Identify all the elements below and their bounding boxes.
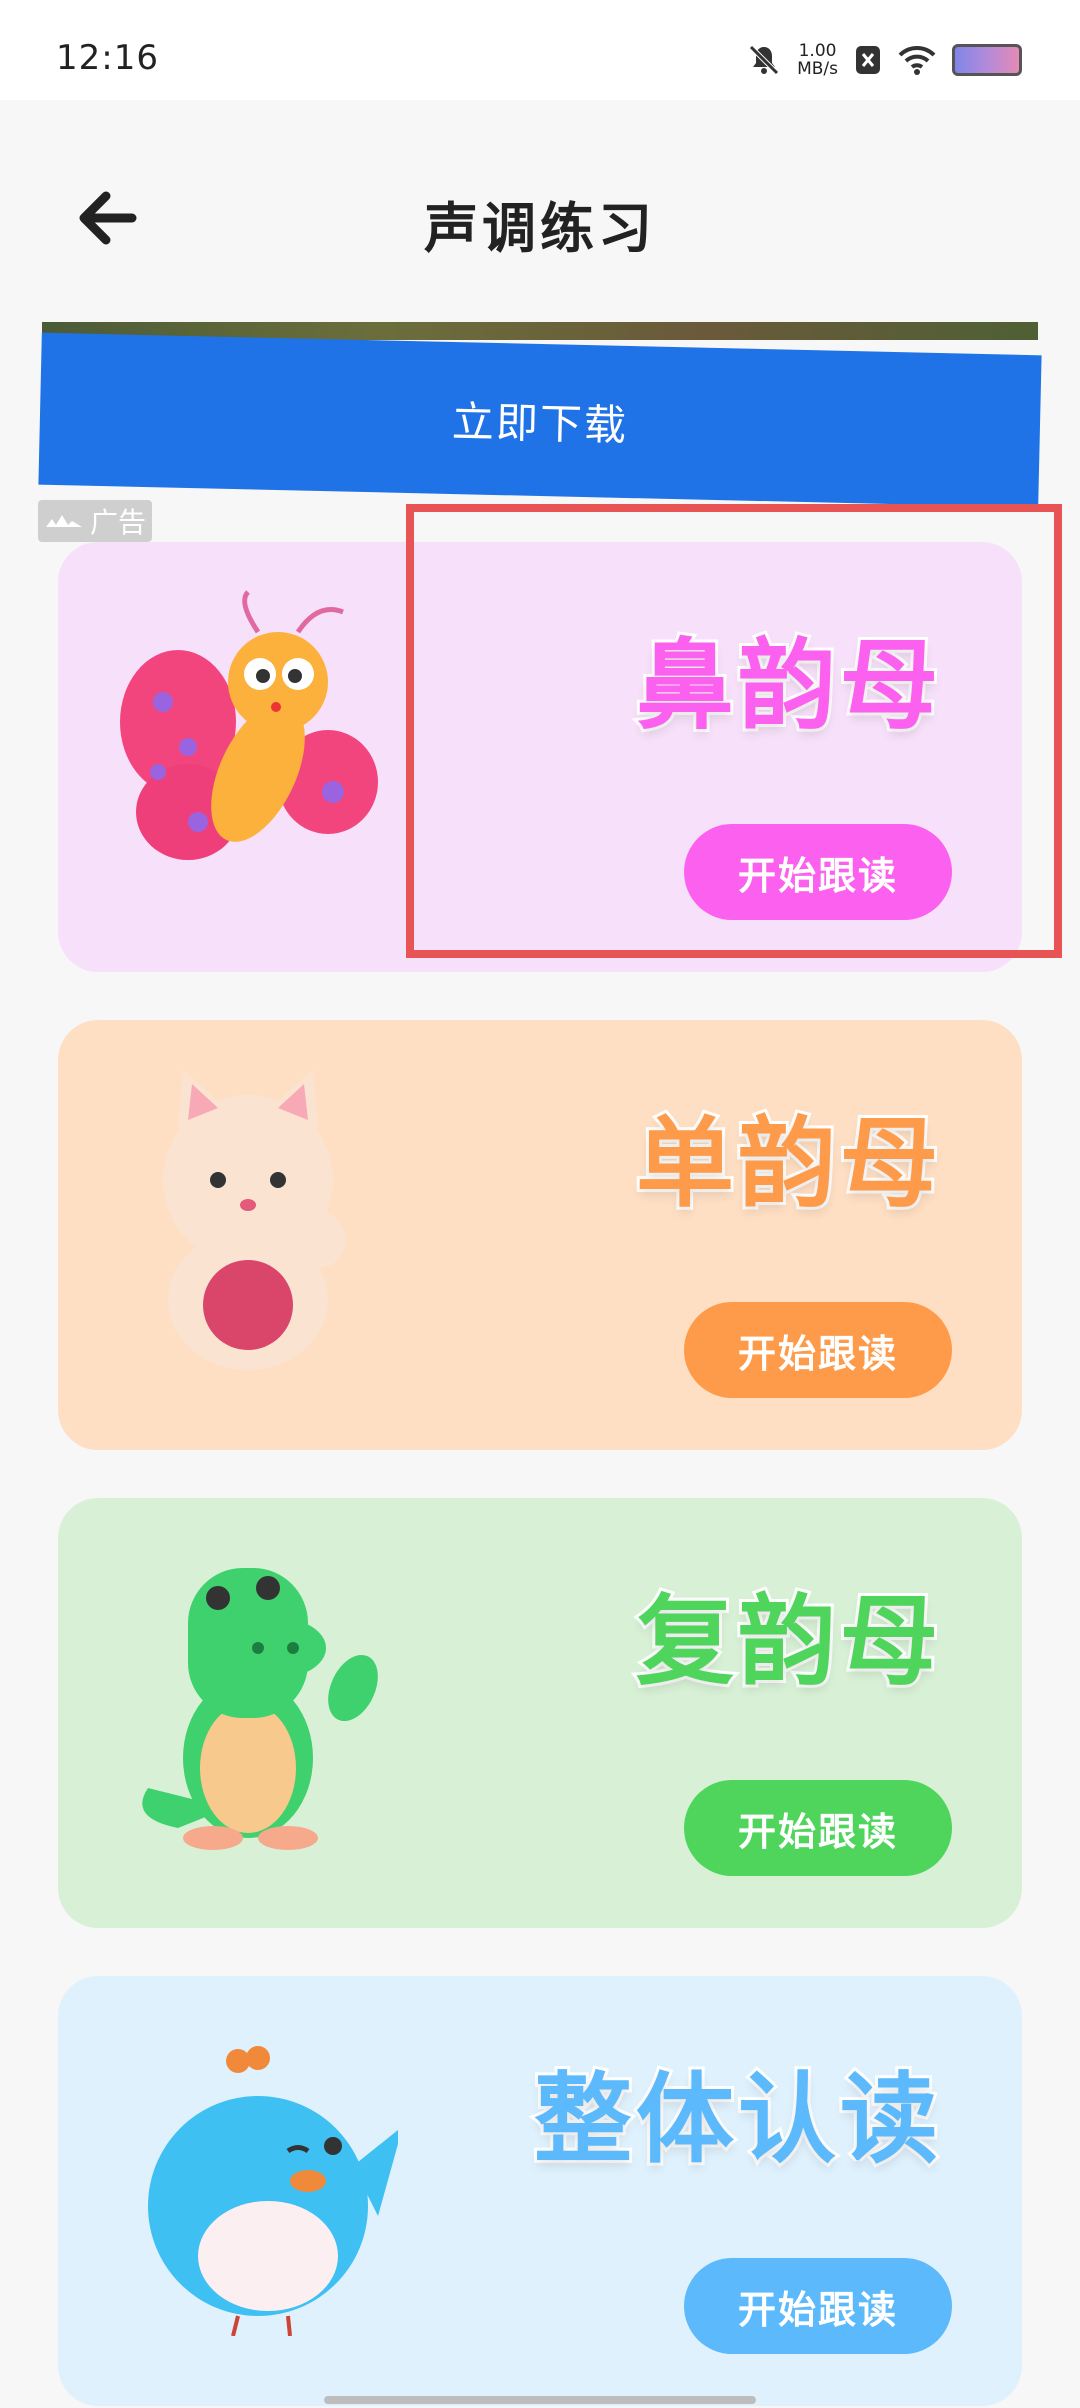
network-speed: 1.00 MB/s — [797, 42, 838, 78]
no-sim-icon — [856, 46, 880, 74]
status-bar: 12:16 1.00 MB/s — [0, 0, 1080, 100]
start-reading-button[interactable]: 开始跟读 — [684, 2258, 952, 2354]
card-title: 单韵母 — [633, 1104, 942, 1224]
card-whole-syllables[interactable]: 整体认读 开始跟读 — [58, 1976, 1022, 2406]
ad-logo-icon — [45, 515, 82, 527]
cat-mascot-icon — [163, 1070, 346, 1370]
mute-bell-icon — [749, 45, 779, 75]
net-speed-unit: MB/s — [797, 59, 838, 79]
ad-badge: 广告 — [38, 500, 152, 542]
home-indicator[interactable] — [324, 2396, 756, 2404]
butterfly-mascot-icon — [120, 590, 378, 860]
crocodile-mascot-icon — [142, 1568, 378, 1850]
net-speed-value: 1.00 — [798, 41, 837, 61]
card-single-finals[interactable]: 单韵母 开始跟读 — [58, 1020, 1022, 1450]
ad-badge-label: 广告 — [89, 506, 146, 539]
card-title: 整体认读 — [531, 2060, 942, 2180]
ad-download-button[interactable]: 立即下载 — [38, 332, 1042, 508]
start-reading-button[interactable]: 开始跟读 — [684, 1780, 952, 1876]
card-compound-finals[interactable]: 复韵母 开始跟读 — [58, 1498, 1022, 1928]
wifi-icon — [898, 45, 936, 75]
status-icons: 1.00 MB/s — [747, 40, 1022, 80]
highlight-box — [406, 504, 1062, 958]
status-time: 12:16 — [56, 38, 159, 78]
battery-icon — [952, 44, 1022, 76]
card-title: 复韵母 — [633, 1582, 942, 1702]
start-reading-button[interactable]: 开始跟读 — [684, 1302, 952, 1398]
page-title: 声调练习 — [424, 197, 656, 260]
bird-mascot-icon — [148, 2046, 398, 2336]
